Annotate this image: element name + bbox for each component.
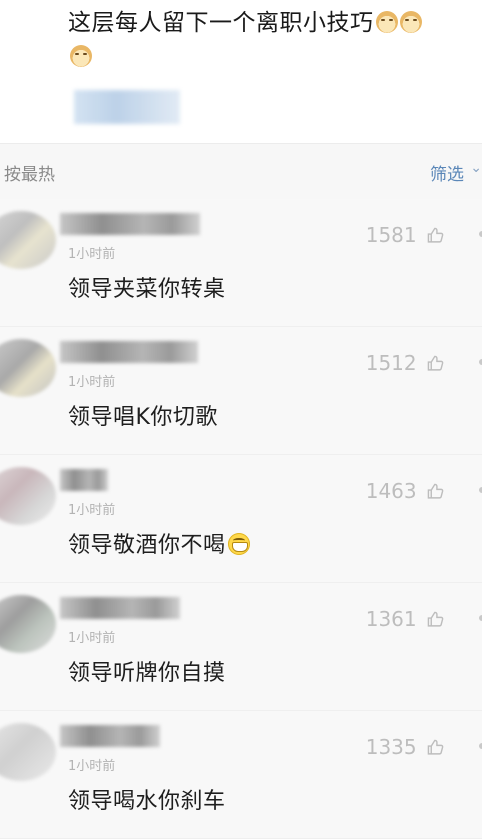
comment-time: 1小时前: [68, 759, 116, 774]
thumbs-up-icon: [427, 739, 444, 755]
thumbs-up-icon: [427, 483, 444, 499]
comment-text: 领导夹菜你转桌: [68, 271, 226, 303]
like-button[interactable]: 1335: [366, 735, 444, 759]
avatar[interactable]: [0, 595, 56, 653]
blurred-username[interactable]: [60, 341, 198, 363]
post-card: 这层每人留下一个离职小技巧: [0, 0, 482, 142]
avatar[interactable]: [0, 211, 56, 269]
blurred-username[interactable]: [60, 469, 108, 491]
like-count: 1463: [365, 479, 417, 503]
comment-text: 领导敬酒你不喝: [68, 527, 250, 559]
comment-text: 领导喝水你刹车: [68, 783, 226, 815]
like-button[interactable]: 1512: [366, 351, 444, 375]
comment-item[interactable]: 1小时前 1581 领导夹菜你转桌: [0, 199, 482, 327]
like-count: 1512: [365, 351, 417, 375]
comment-item[interactable]: 1小时前 1463 领导敬酒你不喝: [0, 455, 482, 583]
comment-sort-bar: 按最热 筛选 ⌄: [0, 143, 482, 200]
blurred-post-author: [74, 90, 180, 124]
thumbs-up-icon: [427, 611, 444, 627]
like-count: 1581: [365, 223, 417, 247]
comment-time: 1小时前: [68, 247, 116, 262]
blurred-username[interactable]: [60, 597, 180, 619]
doge-emoji-icon: [375, 11, 398, 33]
comment-text-content: 领导喝水你刹车: [68, 789, 226, 814]
like-button[interactable]: 1581: [366, 223, 444, 247]
filter-button[interactable]: 筛选: [430, 160, 464, 185]
comment-time: 1小时前: [68, 375, 116, 390]
comment-text: 领导听牌你自摸: [68, 655, 226, 687]
avatar[interactable]: [0, 467, 56, 525]
avatar[interactable]: [0, 723, 56, 781]
comment-text-content: 领导唱K你切歌: [68, 405, 218, 430]
post-text-content: 这层每人留下一个离职小技巧: [68, 10, 374, 36]
comment-list: 1小时前 1581 领导夹菜你转桌 1小时前 1512 领导唱K你切歌 1小时前…: [0, 199, 482, 839]
post-text: 这层每人留下一个离职小技巧: [68, 6, 478, 74]
like-count: 1361: [365, 607, 417, 631]
comment-text-content: 领导夹菜你转桌: [68, 277, 226, 302]
avatar[interactable]: [0, 339, 56, 397]
like-button[interactable]: 1463: [366, 479, 444, 503]
chevron-down-icon[interactable]: ⌄: [470, 160, 482, 176]
doge-emoji-icon: [399, 11, 422, 33]
thumbs-up-icon: [427, 227, 444, 243]
comment-text: 领导唱K你切歌: [68, 399, 218, 431]
comment-item[interactable]: 1小时前 1335 领导喝水你刹车: [0, 711, 482, 839]
comment-item[interactable]: 1小时前 1512 领导唱K你切歌: [0, 327, 482, 455]
doge-emoji-icon: [70, 45, 92, 67]
blurred-username[interactable]: [60, 725, 160, 747]
comment-text-content: 领导听牌你自摸: [68, 661, 226, 686]
comment-text-content: 领导敬酒你不喝: [68, 533, 226, 558]
comment-item[interactable]: 1小时前 1361 领导听牌你自摸: [0, 583, 482, 711]
blurred-username[interactable]: [60, 213, 200, 235]
comment-time: 1小时前: [68, 631, 116, 646]
like-button[interactable]: 1361: [366, 607, 444, 631]
grinning-face-icon: [227, 533, 250, 555]
thumbs-up-icon: [427, 355, 444, 371]
comment-time: 1小时前: [68, 503, 116, 518]
like-count: 1335: [365, 735, 417, 759]
sort-hot-label[interactable]: 按最热: [4, 160, 55, 185]
